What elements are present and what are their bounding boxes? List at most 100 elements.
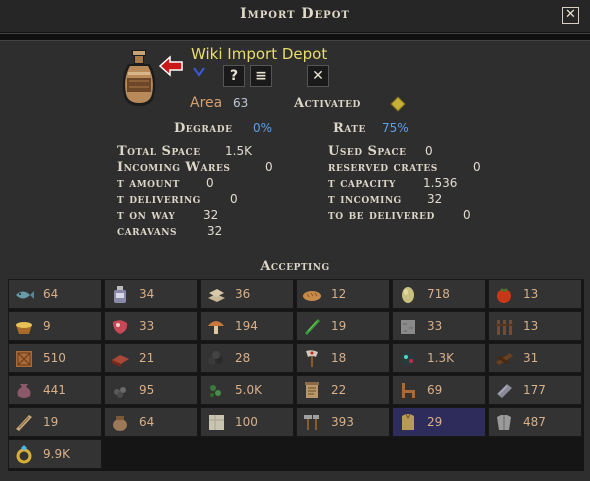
resource-count: 194 <box>235 319 258 333</box>
resource-slot[interactable]: 441 <box>8 375 102 405</box>
resource-slot[interactable]: 36 <box>200 279 294 309</box>
red-arrow-icon[interactable] <box>158 55 184 77</box>
resource-slot[interactable]: 177 <box>488 375 582 405</box>
stat-value: 0 <box>265 160 273 174</box>
resource-count: 64 <box>139 415 155 429</box>
resource-count: 13 <box>523 287 539 301</box>
stat-label: t capacity <box>328 176 396 191</box>
egg-icon <box>402 287 414 303</box>
stat-label: t incoming <box>328 192 402 207</box>
stat-label: to be delivered <box>328 208 435 223</box>
resource-count: 95 <box>139 383 155 397</box>
crate-icon <box>16 351 32 367</box>
resource-count: 69 <box>427 383 443 397</box>
scroll-icon <box>305 382 319 398</box>
resource-slot[interactable]: 5.0K <box>200 375 294 405</box>
stat-label: t delivering <box>117 192 201 207</box>
resource-slot[interactable]: 69 <box>392 375 486 405</box>
rate-label: Rate <box>333 121 366 136</box>
resource-count: 36 <box>235 287 251 301</box>
resource-slot[interactable]: 487 <box>488 407 582 437</box>
resource-slot[interactable]: 9 <box>8 311 102 341</box>
amphora-icon <box>122 50 156 106</box>
resource-count: 19 <box>331 319 347 333</box>
resource-slot[interactable]: 64 <box>104 407 198 437</box>
resource-count: 34 <box>139 287 155 301</box>
resource-count: 12 <box>331 287 347 301</box>
iron-ore-icon <box>114 387 126 398</box>
resource-slot[interactable]: 33 <box>104 311 198 341</box>
resource-slot[interactable]: 64 <box>8 279 102 309</box>
stat-value: 32 <box>207 224 223 238</box>
resource-slot[interactable]: 13 <box>488 311 582 341</box>
resource-grid: 64 34 36 12 718 13 9 33 194 19 33 13 510 21 28 18 1.3K 31… <box>8 279 584 471</box>
stat-value: 32 <box>427 192 443 206</box>
sack-icon <box>17 384 31 398</box>
resource-count: 29 <box>427 415 443 429</box>
stat-value: 1.536 <box>423 176 458 190</box>
resource-slot[interactable]: 31 <box>488 343 582 373</box>
resource-slot[interactable]: 12 <box>296 279 390 309</box>
window-title: Import Depot <box>240 6 350 22</box>
resource-count: 18 <box>331 351 347 365</box>
resource-slot[interactable]: 18 <box>296 343 390 373</box>
title-bar[interactable]: Import Depot ✕ <box>0 0 590 33</box>
stat-label: t on way <box>117 208 176 223</box>
resource-slot[interactable]: 510 <box>8 343 102 373</box>
tools-icon <box>304 415 319 430</box>
chevron-down-icon[interactable] <box>193 67 205 77</box>
resource-count: 64 <box>43 287 59 301</box>
stat-value: 0 <box>473 160 481 174</box>
clay-brick-icon <box>112 355 129 367</box>
building-name[interactable]: Wiki Import Depot <box>191 45 327 63</box>
resource-slot[interactable]: 95 <box>104 375 198 405</box>
resource-slot[interactable]: 718 <box>392 279 486 309</box>
resource-count: 28 <box>235 351 251 365</box>
resource-slot[interactable]: 393 <box>296 407 390 437</box>
resource-slot[interactable]: 21 <box>104 343 198 373</box>
armor-icon <box>497 415 511 430</box>
resource-slot[interactable]: 33 <box>392 311 486 341</box>
resource-slot[interactable]: 194 <box>200 311 294 341</box>
demolish-button[interactable]: ✕ <box>307 65 329 87</box>
meat-icon <box>113 320 128 334</box>
clothes-icon <box>402 413 414 430</box>
resource-slot[interactable]: 13 <box>488 279 582 309</box>
resource-slot[interactable]: 19 <box>296 311 390 341</box>
stat-value: 0 <box>425 144 433 158</box>
area-value: 63 <box>233 96 249 110</box>
resource-slot[interactable]: 29 <box>392 407 486 437</box>
grain-basket-icon <box>16 322 32 334</box>
stat-label: t amount <box>117 176 180 191</box>
degrade-label: Degrade <box>174 121 233 136</box>
bottle-icon <box>114 286 126 303</box>
resource-slot[interactable]: 100 <box>200 407 294 437</box>
resource-count: 5.0K <box>235 383 262 397</box>
ring-icon <box>16 445 32 464</box>
plank-icon <box>16 415 32 431</box>
tomato-icon <box>497 288 511 303</box>
resource-slot[interactable]: 28 <box>200 343 294 373</box>
resource-slot[interactable]: 19 <box>8 407 102 437</box>
resource-slot[interactable]: 1.3K <box>392 343 486 373</box>
stat-value: 0 <box>206 176 214 190</box>
bread-icon <box>303 291 321 301</box>
resource-count: 31 <box>523 351 539 365</box>
fish-icon <box>16 291 34 299</box>
coal-icon <box>208 351 223 365</box>
menu-button[interactable]: ≡ <box>250 65 272 87</box>
ingot-icon <box>497 384 512 398</box>
close-icon[interactable]: ✕ <box>562 7 579 24</box>
mushroom-icon <box>208 321 224 334</box>
resource-slot[interactable]: 22 <box>296 375 390 405</box>
resource-slot[interactable]: 34 <box>104 279 198 309</box>
diamond-toggle-icon[interactable] <box>390 96 406 112</box>
resource-count: 13 <box>523 319 539 333</box>
stat-value: 32 <box>203 208 219 222</box>
accepting-heading: Accepting <box>260 259 330 274</box>
resource-count: 510 <box>43 351 66 365</box>
resource-slot[interactable]: 9.9K <box>8 439 102 469</box>
title-separator <box>0 33 590 41</box>
help-button[interactable]: ? <box>223 65 245 87</box>
gem-ore-icon <box>401 352 415 366</box>
